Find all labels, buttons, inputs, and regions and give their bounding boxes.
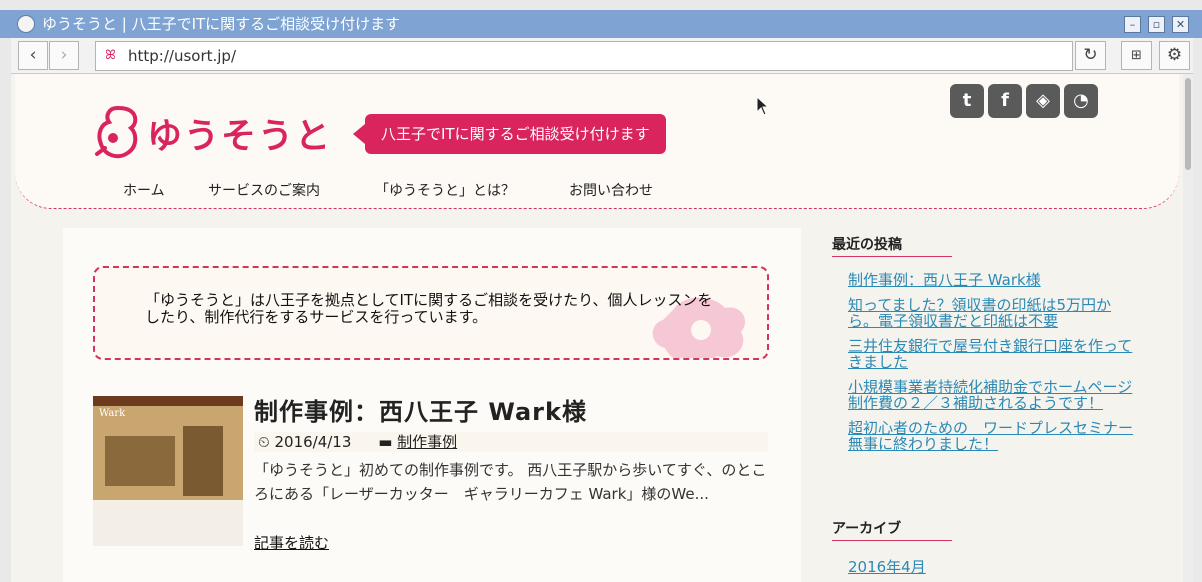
- post-title[interactable]: 制作事例：西八王子 Wark様: [254, 392, 587, 427]
- read-more-link[interactable]: 記事を読む: [254, 532, 329, 553]
- post-excerpt: 「ゆうそうと」初めての制作事例です。 西八王子駅から歩いてすぐ、のところにある「…: [254, 461, 767, 503]
- site-favicon-icon: ꕤ: [105, 48, 116, 63]
- sidebar-recent-heading: 最近の投稿: [832, 237, 902, 253]
- window-title: ゆうそうと | 八王子でITに関するご相談受け付けます: [42, 15, 401, 33]
- main-content: 「ゆうそうと」は八王子を拠点としてITに関するご相談を受けたり、個人レッスンをし…: [63, 228, 801, 582]
- gear-icon: ⚙: [1166, 45, 1183, 65]
- thumb-label: Wark: [99, 408, 126, 419]
- clock-icon: ⏲: [258, 433, 270, 451]
- page-viewport: ゆうそうと 八王子でITに関するご相談受け付けます t f ◈ ◔ ホーム サー…: [11, 74, 1193, 582]
- chevron-right-icon: ›: [60, 45, 68, 65]
- nav-about[interactable]: 「ゆうそうと」とは？: [375, 180, 515, 200]
- facebook-icon[interactable]: f: [988, 84, 1022, 118]
- url-bar[interactable]: ꕤ http://usort.jp/: [95, 41, 1073, 71]
- logo-mark-icon[interactable]: [91, 104, 141, 162]
- thumb-shape: [183, 426, 223, 496]
- reload-icon: ↻: [1083, 45, 1098, 65]
- rss-icon[interactable]: ◔: [1064, 84, 1098, 118]
- browser-globe-icon: [17, 15, 35, 33]
- recent-post-link[interactable]: 小規模事業者持続化補助金でホームページ制作費の２／３補助されるようです！: [848, 379, 1134, 411]
- sidebar-divider: [832, 540, 952, 541]
- back-button[interactable]: ‹: [18, 41, 48, 70]
- browser-toolbar: ‹ › ꕤ http://usort.jp/ ↻ ⊞ ⚙: [11, 38, 1193, 74]
- site-logo-text[interactable]: ゆうそうと: [147, 108, 332, 159]
- intro-box: 「ゆうそうと」は八王子を拠点としてITに関するご相談を受けたり、個人レッスンをし…: [93, 266, 769, 360]
- settings-button[interactable]: ⚙: [1159, 41, 1190, 70]
- chevron-left-icon: ‹: [29, 45, 37, 65]
- intro-text: 「ゆうそうと」は八王子を拠点としてITに関するご相談を受けたり、個人レッスンをし…: [145, 291, 713, 326]
- page-scrollbar[interactable]: [1183, 74, 1193, 582]
- url-text[interactable]: http://usort.jp/: [128, 42, 236, 70]
- bookmark-icon: ⊞: [1131, 48, 1142, 63]
- recent-post-link[interactable]: 超初心者のための ワードプレスセミナー 無事に終わりました！: [848, 420, 1134, 452]
- nav-contact[interactable]: お問い合わせ: [569, 180, 653, 200]
- mouse-cursor-icon: [756, 96, 770, 116]
- window-titlebar: ゆうそうと | 八王子でITに関するご相談受け付けます – ▫ ✕: [0, 10, 1202, 38]
- thumb-lower: [93, 500, 243, 546]
- sidebar-archive-heading: アーカイブ: [832, 521, 902, 537]
- recent-posts-list: 制作事例：西八王子 Wark様 知ってました？領収書の印紙は5万円から。電子領収…: [848, 272, 1134, 461]
- bookmark-button[interactable]: ⊞: [1121, 41, 1152, 70]
- nav-home[interactable]: ホーム: [123, 180, 165, 200]
- post-date: 2016/4/13: [274, 433, 352, 451]
- twitter-icon[interactable]: t: [950, 84, 984, 118]
- recent-post-link[interactable]: 制作事例：西八王子 Wark様: [848, 272, 1134, 288]
- sidebar-divider: [832, 256, 952, 257]
- maximize-icon[interactable]: ▫: [1148, 16, 1165, 33]
- post-meta: ⏲ 2016/4/13 ▬ 制作事例: [254, 432, 768, 452]
- folder-icon: ▬: [378, 433, 393, 451]
- close-icon[interactable]: ✕: [1172, 16, 1189, 33]
- forward-button[interactable]: ›: [49, 41, 79, 70]
- nav-services[interactable]: サービスのご案内: [208, 180, 320, 200]
- minimize-icon[interactable]: –: [1124, 16, 1141, 33]
- archive-link[interactable]: 2016年4月: [848, 556, 926, 577]
- post-category[interactable]: 制作事例: [397, 433, 457, 451]
- feedly-icon[interactable]: ◈: [1026, 84, 1060, 118]
- reload-button[interactable]: ↻: [1075, 41, 1106, 70]
- site-header: ゆうそうと 八王子でITに関するご相談受け付けます t f ◈ ◔ ホーム サー…: [15, 74, 1179, 209]
- post-thumbnail[interactable]: Wark: [93, 396, 243, 546]
- thumb-shape: [105, 436, 175, 486]
- recent-post-link[interactable]: 三井住友銀行で屋号付き銀行口座を作ってきました: [848, 338, 1134, 370]
- recent-post-link[interactable]: 知ってました？領収書の印紙は5万円から。電子領収書だと印紙は不要: [848, 297, 1134, 329]
- scrollbar-thumb[interactable]: [1185, 78, 1191, 170]
- site-tagline: 八王子でITに関するご相談受け付けます: [353, 114, 666, 154]
- thumb-topbar: [93, 396, 243, 406]
